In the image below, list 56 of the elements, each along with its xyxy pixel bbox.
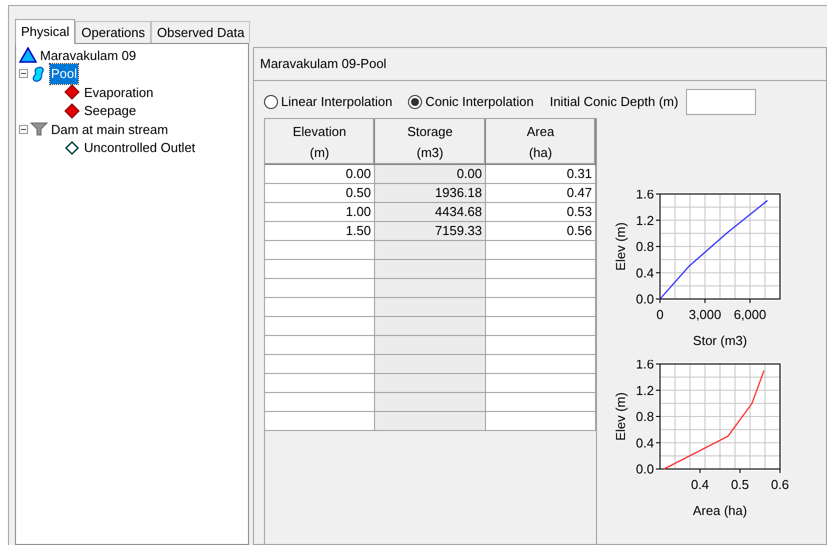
tick-label: 0.4 — [636, 435, 654, 450]
tree-item[interactable]: Evaporation — [83, 82, 154, 102]
tick-label: 0.4 — [636, 265, 654, 280]
tick-label: 0.0 — [636, 292, 654, 306]
column-header[interactable]: Area (ha) — [486, 119, 596, 164]
axis-title: Elev (m) — [613, 222, 628, 271]
table-cell[interactable]: 1.00 — [265, 203, 375, 222]
tick-label: 1.2 — [636, 212, 654, 228]
tab[interactable]: Operations — [75, 21, 152, 43]
collapse-toggle[interactable] — [19, 124, 28, 134]
table-cell[interactable]: 0.00 — [265, 165, 375, 184]
tab[interactable]: Physical — [15, 19, 76, 44]
table-cell[interactable]: 0.00 — [375, 165, 486, 184]
triangle-icon — [19, 47, 37, 64]
table-cell[interactable]: 0.50 — [265, 184, 375, 203]
diamond-outline-icon — [63, 140, 81, 156]
tree-item[interactable]: Seepage — [83, 101, 138, 120]
table-cell[interactable]: 4434.68 — [375, 203, 486, 222]
column-header[interactable]: Storage (m3) — [375, 119, 486, 164]
column-header[interactable]: Elevation (m) — [265, 119, 375, 164]
tree-item[interactable]: Pool — [50, 64, 78, 84]
funnel-icon — [30, 121, 48, 138]
tick-label: 0.5 — [730, 477, 750, 492]
tick-label: 0.8 — [636, 409, 654, 424]
collapse-toggle[interactable] — [19, 69, 28, 78]
tick-label: 0 — [656, 307, 664, 322]
diamond-icon — [63, 102, 81, 119]
tree-item[interactable]: Maravakulam 09 — [39, 46, 138, 65]
radio-label[interactable]: Linear Interpolation — [281, 92, 392, 112]
panel-title: Maravakulam 09-Pool — [260, 55, 386, 74]
tick-label: 3,000 — [688, 307, 722, 322]
tick-label: 0.4 — [690, 477, 710, 492]
field-label: Initial Conic Depth (m) — [550, 93, 678, 112]
radio-label[interactable]: Conic Interpolation — [425, 92, 534, 112]
table-cell[interactable]: 0.31 — [486, 165, 596, 184]
tick-label: 0.6 — [770, 477, 790, 492]
tree-item[interactable]: Uncontrolled Outlet — [83, 138, 196, 158]
tick-label: 0.8 — [636, 239, 654, 254]
axis-title: Area (ha) — [692, 503, 748, 518]
table-cell[interactable]: 0.53 — [486, 203, 596, 222]
table-cell[interactable]: 7159.33 — [375, 222, 486, 241]
table-cell[interactable]: 1.50 — [265, 222, 375, 241]
diamond-icon — [63, 84, 81, 100]
radio-button[interactable] — [264, 95, 278, 109]
tick-label: 1.2 — [636, 382, 654, 398]
radio-button[interactable] — [408, 95, 422, 109]
tree-item[interactable]: Dam at main stream — [50, 120, 170, 139]
table-cell[interactable]: 1936.18 — [375, 184, 486, 203]
axis-title: Elev (m) — [613, 392, 628, 441]
table-cell[interactable]: 0.56 — [486, 222, 596, 241]
table-cell[interactable]: 0.47 — [486, 184, 596, 203]
tab[interactable]: Observed Data — [151, 21, 250, 43]
tick-label: 0.0 — [636, 462, 654, 476]
tick-label: 6,000 — [734, 307, 766, 322]
input-field[interactable] — [686, 89, 756, 115]
axis-title: Stor (m3) — [692, 333, 748, 348]
